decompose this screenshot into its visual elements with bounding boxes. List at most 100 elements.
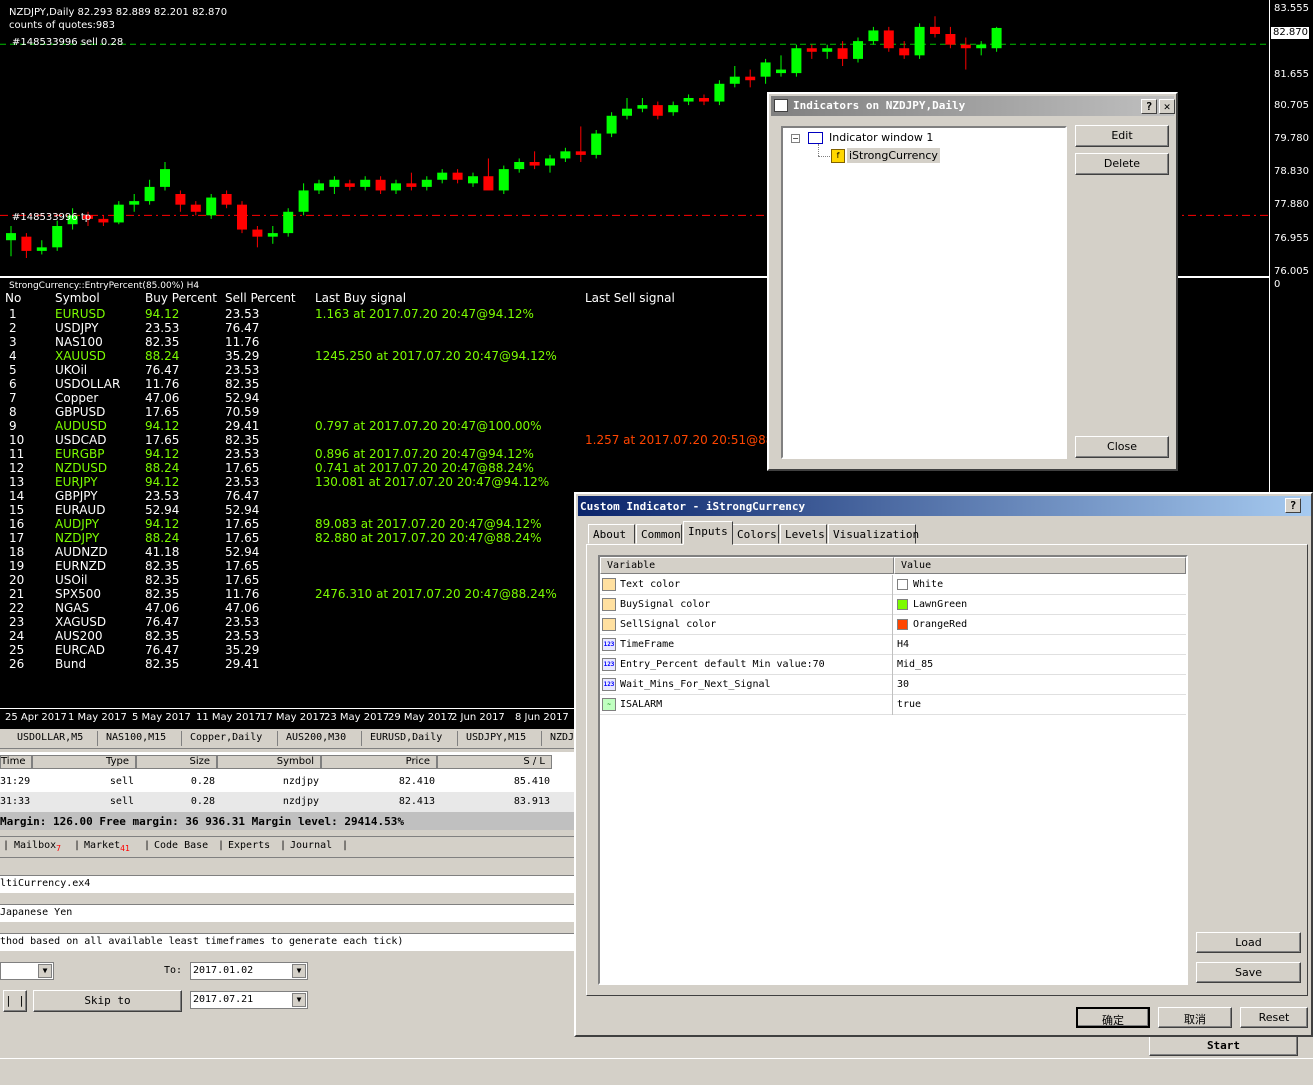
chart-tab[interactable]: USDJPY,M15 bbox=[466, 732, 526, 743]
tab-inputs[interactable]: Inputs bbox=[683, 521, 733, 545]
row-buy-percent: 47.06 bbox=[145, 601, 180, 615]
param-value[interactable]: Mid_85 bbox=[897, 659, 933, 670]
inputs-grid[interactable]: Variable Value Text color White BuySignal … bbox=[598, 555, 1188, 985]
chevron-down-icon[interactable]: ▼ bbox=[292, 993, 306, 1007]
indicator-tree[interactable]: − Indicator window 1 f iStrongCurrency bbox=[781, 126, 1067, 459]
chart-tab[interactable]: NZDJ bbox=[550, 732, 574, 743]
from-date-combo[interactable]: ▼ bbox=[0, 962, 54, 980]
param-row[interactable]: 123 TimeFrame H4 bbox=[600, 635, 1186, 655]
terminal-trade-table: Time Type Size Symbol Price S / L 31:29 s… bbox=[0, 752, 574, 814]
chart-tab[interactable]: Copper,Daily bbox=[190, 732, 262, 743]
tree-indicator-window[interactable]: Indicator window 1 bbox=[829, 131, 933, 144]
candle-body bbox=[344, 183, 355, 187]
terminal-tab[interactable]: Code Base bbox=[154, 840, 208, 851]
tab-levels[interactable]: Levels bbox=[780, 524, 827, 544]
load-button[interactable]: Load bbox=[1196, 932, 1301, 953]
tester-expert-field[interactable]: ltiCurrency.ex4 bbox=[0, 875, 574, 893]
chart-tab[interactable]: USDOLLAR,M5 bbox=[17, 732, 83, 743]
candle-body bbox=[237, 204, 247, 230]
price-label: 76.005 bbox=[1274, 266, 1309, 277]
to-date-combo[interactable]: 2017.01.02 ▼ bbox=[190, 962, 308, 980]
table-row: 13 EURJPY 94.12 23.53 130.081 at 2017.07.20 … bbox=[0, 475, 1270, 489]
candle-body bbox=[591, 133, 602, 155]
date-label: 2 Jun 2017 bbox=[451, 712, 505, 723]
skip-to-date-combo[interactable]: 2017.07.21 ▼ bbox=[190, 991, 308, 1009]
param-row[interactable]: Text color White bbox=[600, 575, 1186, 595]
indicators-dialog-titlebar[interactable]: Indicators on NZDJPY,Daily ? ✕ bbox=[771, 96, 1175, 116]
row-symbol: Bund bbox=[55, 657, 87, 671]
row-buy-percent: 11.76 bbox=[145, 377, 180, 391]
order-tp-label: #148533996 tp bbox=[12, 212, 92, 223]
col-value[interactable]: Value bbox=[894, 557, 1186, 574]
row-sell-percent: 11.76 bbox=[225, 335, 260, 349]
col-no: No bbox=[5, 291, 22, 305]
candle-body bbox=[190, 204, 201, 212]
delete-button[interactable]: Delete bbox=[1075, 153, 1169, 175]
tester-symbol-field[interactable]: Japanese Yen bbox=[0, 904, 574, 922]
th-price[interactable]: Price bbox=[321, 755, 437, 769]
close-icon[interactable]: ✕ bbox=[1159, 99, 1175, 114]
param-row[interactable]: ~ ISALARM true bbox=[600, 695, 1186, 715]
table-row[interactable]: 31:29 sell 0.28 nzdjpy 82.410 85.410 bbox=[0, 772, 574, 792]
row-buy-percent: 76.47 bbox=[145, 643, 180, 657]
chevron-down-icon[interactable]: ▼ bbox=[38, 964, 52, 978]
param-value[interactable]: LawnGreen bbox=[913, 599, 967, 610]
th-size[interactable]: Size bbox=[136, 755, 217, 769]
row-sell-percent: 23.53 bbox=[225, 615, 260, 629]
tab-about[interactable]: About bbox=[588, 524, 635, 544]
th-type[interactable]: Type bbox=[32, 755, 136, 769]
tab-common[interactable]: Common bbox=[636, 524, 682, 544]
tree-istrongcurrency[interactable]: iStrongCurrency bbox=[847, 148, 940, 163]
row-no: 13 bbox=[9, 475, 25, 489]
tab-visualization[interactable]: Visualization bbox=[828, 524, 919, 544]
chevron-down-icon[interactable]: ▼ bbox=[292, 964, 306, 978]
chart-tab[interactable]: EURUSD,Daily bbox=[370, 732, 442, 743]
custom-indicator-icon: f bbox=[831, 149, 845, 163]
row-buy-percent: 76.47 bbox=[145, 363, 180, 377]
chart-tab[interactable]: AUS200,M30 bbox=[286, 732, 346, 743]
tab-colors[interactable]: Colors bbox=[732, 524, 779, 544]
date-label: 17 May 2017 bbox=[260, 712, 326, 723]
custom-indicator-titlebar[interactable]: Custom Indicator - iStrongCurrency ? bbox=[578, 496, 1311, 516]
param-row[interactable]: 123 Entry_Percent default Min value:70 Mid… bbox=[600, 655, 1186, 675]
save-button[interactable]: Save bbox=[1196, 962, 1301, 983]
table-row[interactable]: 31:33 sell 0.28 nzdjpy 82.413 83.913 bbox=[0, 792, 574, 812]
param-row[interactable]: BuySignal color LawnGreen bbox=[600, 595, 1186, 615]
param-value[interactable]: 30 bbox=[897, 679, 909, 690]
chart-tab[interactable]: NAS100,M15 bbox=[106, 732, 166, 743]
start-button[interactable]: Start bbox=[1149, 1036, 1298, 1056]
ok-button[interactable]: 确定 bbox=[1076, 1007, 1150, 1028]
skip-to-button[interactable]: Skip to bbox=[33, 990, 182, 1012]
param-row[interactable]: SellSignal color OrangeRed bbox=[600, 615, 1186, 635]
param-value[interactable]: H4 bbox=[897, 639, 909, 650]
terminal-tab[interactable]: Market41 bbox=[84, 840, 130, 853]
th-sl[interactable]: S / L bbox=[437, 755, 552, 769]
candle-body bbox=[267, 233, 278, 237]
tab-separator bbox=[181, 731, 182, 746]
collapse-icon[interactable]: − bbox=[791, 134, 800, 143]
col-variable[interactable]: Variable bbox=[600, 557, 894, 574]
param-value[interactable]: OrangeRed bbox=[913, 619, 967, 630]
help-icon[interactable]: ? bbox=[1141, 99, 1157, 114]
param-row[interactable]: 123 Wait_Mins_For_Next_Signal 30 bbox=[600, 675, 1186, 695]
param-value[interactable]: true bbox=[897, 699, 921, 710]
table-cell: 31:29 bbox=[0, 776, 31, 787]
terminal-tab[interactable]: Mailbox7 bbox=[14, 840, 61, 853]
cancel-button[interactable]: 取消 bbox=[1158, 1007, 1232, 1028]
row-no: 14 bbox=[9, 489, 25, 503]
reset-button[interactable]: Reset bbox=[1240, 1007, 1308, 1028]
th-symbol[interactable]: Symbol bbox=[217, 755, 321, 769]
help-icon[interactable]: ? bbox=[1285, 498, 1301, 513]
close-button[interactable]: Close bbox=[1075, 436, 1169, 458]
pause-button[interactable]: | | bbox=[3, 990, 27, 1012]
terminal-tab[interactable]: Journal bbox=[290, 840, 332, 851]
tester-model-field[interactable]: thod based on all available least timefr… bbox=[0, 933, 574, 951]
terminal-tab[interactable]: Experts bbox=[228, 840, 270, 851]
th-time[interactable]: Time bbox=[0, 755, 32, 769]
row-sell-percent: 35.29 bbox=[225, 349, 260, 363]
color-swatch bbox=[897, 599, 908, 610]
param-value[interactable]: White bbox=[913, 579, 943, 590]
edit-button[interactable]: Edit bbox=[1075, 125, 1169, 147]
row-symbol: AUDNZD bbox=[55, 545, 108, 559]
row-symbol: USDJPY bbox=[55, 321, 99, 335]
